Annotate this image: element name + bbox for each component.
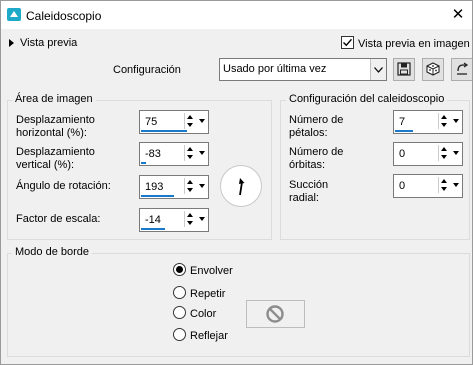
- radial-suction-spinner[interactable]: 0: [393, 174, 463, 198]
- kaleidoscope-app-icon: [7, 8, 21, 21]
- reset-button[interactable]: [451, 58, 472, 81]
- edge-color-swatch[interactable]: [246, 300, 305, 328]
- dial-pointer-icon: [221, 178, 261, 209]
- v-offset-value: -83: [145, 148, 161, 160]
- radio-selected-icon: [173, 263, 186, 276]
- edge-mode-option-reflect[interactable]: Reflejar: [173, 328, 228, 342]
- scale-value: -14: [145, 214, 161, 226]
- v-offset-level-bar: [141, 162, 146, 164]
- random-button[interactable]: [422, 58, 444, 81]
- petals-label-2: pétalos:: [289, 127, 328, 139]
- chevron-down-icon[interactable]: [451, 177, 460, 193]
- scale-spinner[interactable]: -14: [139, 208, 209, 232]
- edge-mode-option-wrap[interactable]: Envolver: [173, 263, 233, 277]
- edge-mode-option-label: Repetir: [190, 288, 226, 300]
- checkbox-checked-icon: [341, 36, 354, 49]
- petals-value: 7: [399, 116, 406, 128]
- chevron-down-icon[interactable]: [451, 145, 460, 161]
- spinner-arrows-icon[interactable]: [184, 178, 196, 194]
- chevron-down-icon[interactable]: [197, 178, 206, 194]
- v-offset-label-1: Desplazamiento: [16, 146, 95, 158]
- rotation-level-bar: [141, 195, 174, 197]
- config-select[interactable]: Usado por última vez: [219, 58, 387, 81]
- orbits-label-2: órbitas:: [289, 159, 326, 171]
- radio-unselected-icon: [173, 286, 186, 299]
- radio-unselected-icon: [173, 306, 186, 319]
- orbits-spinner[interactable]: 0: [393, 142, 463, 166]
- edge-mode-option-label: Envolver: [190, 265, 233, 277]
- edge-mode-option-color[interactable]: Color: [173, 306, 216, 320]
- spinner-arrows-icon[interactable]: [438, 177, 450, 193]
- spinner-arrows-icon[interactable]: [184, 113, 196, 129]
- rotation-dial[interactable]: [220, 165, 262, 207]
- petals-spinner[interactable]: 7: [393, 110, 463, 134]
- radial-suction-value: 0: [399, 180, 406, 192]
- edge-mode-group: [7, 253, 470, 357]
- chevron-down-icon[interactable]: [451, 113, 460, 129]
- petals-level-bar: [395, 130, 413, 132]
- config-selected-value: Usado por última vez: [223, 63, 327, 75]
- chevron-down-icon[interactable]: [197, 145, 206, 161]
- h-offset-value: 75: [145, 116, 158, 128]
- rotation-value: 193: [145, 181, 164, 193]
- spinner-arrows-icon[interactable]: [184, 211, 196, 227]
- kaleidoscope-settings-title: Configuración del caleidoscopio: [286, 93, 448, 105]
- kaleidoscope-dialog: Caleidoscopio ✕ Vista previa Vista previ…: [0, 0, 473, 365]
- rotation-spinner[interactable]: 193: [139, 175, 209, 199]
- preview-expander[interactable]: Vista previa: [9, 37, 77, 49]
- close-button[interactable]: ✕: [448, 5, 468, 25]
- preview-label: Vista previa: [20, 37, 78, 49]
- preview-on-image-checkbox[interactable]: Vista previa en imagen: [341, 36, 470, 50]
- spinner-arrows-icon[interactable]: [184, 145, 196, 161]
- orbits-value: 0: [399, 148, 406, 160]
- title-bar: Caleidoscopio ✕: [1, 1, 472, 29]
- spinner-arrows-icon[interactable]: [438, 113, 450, 129]
- radio-unselected-icon: [173, 328, 186, 341]
- h-offset-label-1: Desplazamiento: [16, 114, 95, 126]
- scale-level-bar: [141, 228, 165, 230]
- h-offset-label-2: horizontal (%):: [16, 127, 87, 139]
- spinner-arrows-icon[interactable]: [438, 145, 450, 161]
- h-offset-level-bar: [141, 130, 187, 132]
- radial-suction-label-2: radial:: [289, 192, 319, 204]
- edge-mode-option-label: Color: [190, 308, 217, 320]
- chevron-down-icon[interactable]: [197, 211, 206, 227]
- radial-suction-label-1: Succión: [289, 179, 329, 191]
- image-area-title: Área de imagen: [12, 93, 96, 105]
- v-offset-spinner[interactable]: -83: [139, 142, 209, 166]
- scale-label: Factor de escala:: [16, 213, 101, 225]
- petals-label-1: Número de: [289, 114, 344, 126]
- orbits-label-1: Número de: [289, 146, 344, 158]
- v-offset-label-2: vertical (%):: [16, 159, 75, 171]
- rotation-label: Ángulo de rotación:: [16, 180, 111, 192]
- save-preset-button[interactable]: [393, 58, 415, 81]
- edge-mode-option-label: Reflejar: [190, 330, 228, 342]
- preview-on-image-label: Vista previa en imagen: [358, 38, 470, 50]
- h-offset-spinner[interactable]: 75: [139, 110, 209, 134]
- config-label: Configuración: [113, 64, 181, 76]
- window-title: Caleidoscopio: [26, 9, 102, 23]
- chevron-down-icon[interactable]: [370, 59, 386, 80]
- edge-mode-title: Modo de borde: [12, 246, 92, 258]
- chevron-down-icon[interactable]: [197, 113, 206, 129]
- edge-mode-option-repeat[interactable]: Repetir: [173, 286, 225, 300]
- expand-arrow-icon: [9, 39, 14, 48]
